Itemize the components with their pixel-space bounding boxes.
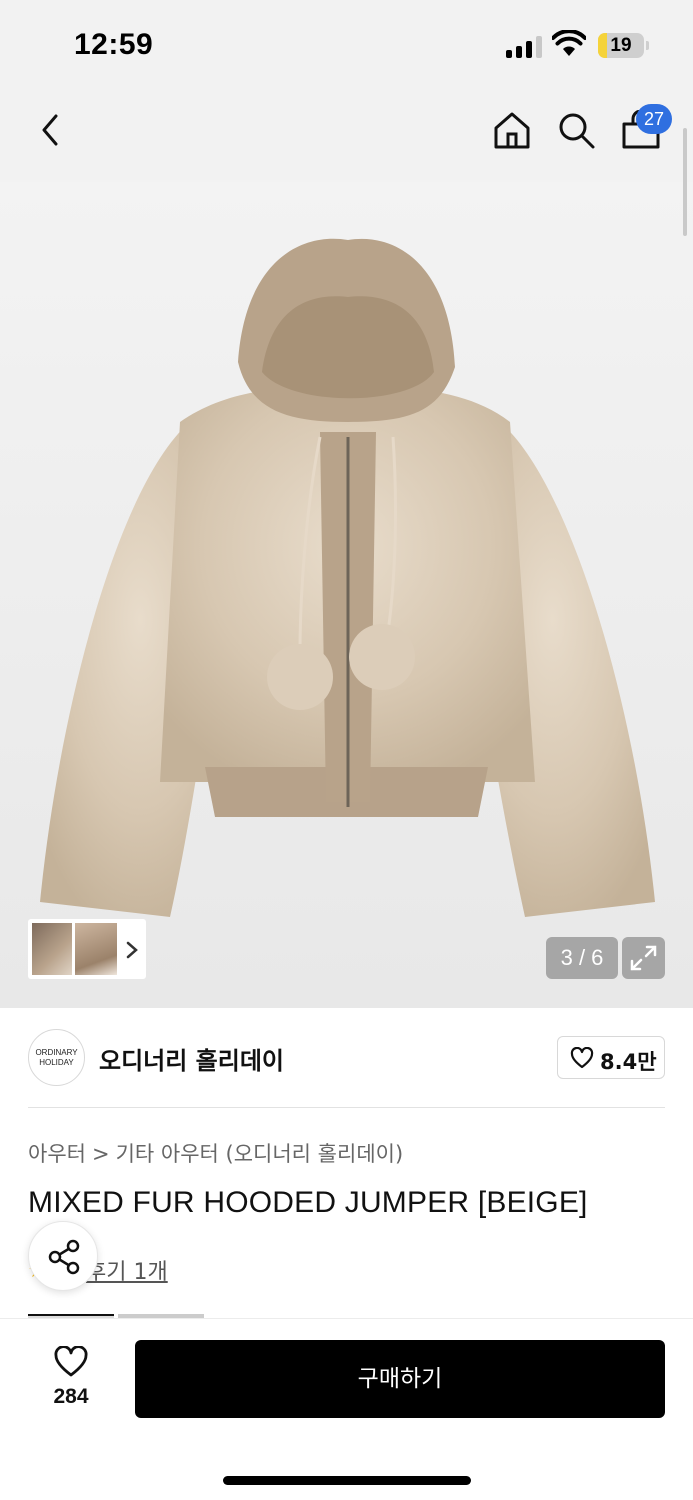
product-title: MIXED FUR HOODED JUMPER [BEIGE]: [28, 1186, 588, 1219]
home-indicator: [223, 1476, 471, 1485]
fur-jacket-illustration: [40, 238, 655, 917]
search-icon[interactable]: [556, 110, 596, 150]
thumbnail-image[interactable]: [32, 923, 72, 975]
status-bar: 12:59 19: [0, 0, 693, 92]
breadcrumb-subcategory[interactable]: 기타 아우터 (오디너리 홀리데이): [116, 1142, 404, 1166]
share-button[interactable]: [28, 1221, 98, 1291]
brand-name[interactable]: 오디너리 홀리데이: [99, 1041, 284, 1076]
like-count: 284: [53, 1385, 89, 1408]
cellular-signal-icon: [506, 34, 542, 58]
brand-like-button[interactable]: 8.4만: [557, 1036, 665, 1079]
heart-icon: [570, 1047, 594, 1069]
battery-level: 19: [610, 35, 632, 56]
breadcrumb: 아우터 > 기타 아우터 (오디너리 홀리데이): [28, 1138, 403, 1168]
expand-icon: [630, 945, 657, 971]
wifi-icon: [552, 30, 586, 56]
breadcrumb-category[interactable]: 아우터: [28, 1142, 86, 1166]
heart-icon: [54, 1346, 88, 1377]
home-icon[interactable]: [492, 110, 532, 150]
divider: [28, 1107, 665, 1108]
battery-tip: [646, 41, 649, 50]
brand-logo-text: ORDINARY: [35, 1047, 78, 1057]
cart-count-badge: 27: [636, 104, 672, 134]
expand-button[interactable]: [622, 937, 665, 979]
screen: 12:59 19 27 3 / 6 ORDINARY HOLIDAY 오디너리 …: [0, 0, 693, 1500]
product-image[interactable]: [0, 182, 693, 1008]
scroll-indicator: [683, 128, 687, 236]
image-page-indicator: 3 / 6: [546, 937, 618, 979]
thumbnail-image[interactable]: [75, 923, 117, 975]
buy-button[interactable]: 구매하기: [135, 1340, 665, 1418]
battery-icon: 19: [598, 33, 644, 58]
status-time: 12:59: [74, 28, 154, 61]
breadcrumb-separator: >: [91, 1142, 110, 1166]
chevron-left-icon[interactable]: [36, 112, 66, 148]
brand-logo[interactable]: ORDINARY HOLIDAY: [28, 1029, 85, 1086]
brand-logo-text: HOLIDAY: [39, 1057, 74, 1067]
share-icon: [48, 1239, 80, 1275]
thumbnail-strip[interactable]: [28, 919, 146, 979]
chevron-right-icon[interactable]: [126, 941, 138, 959]
brand-like-count: 8.4만: [600, 1050, 657, 1074]
